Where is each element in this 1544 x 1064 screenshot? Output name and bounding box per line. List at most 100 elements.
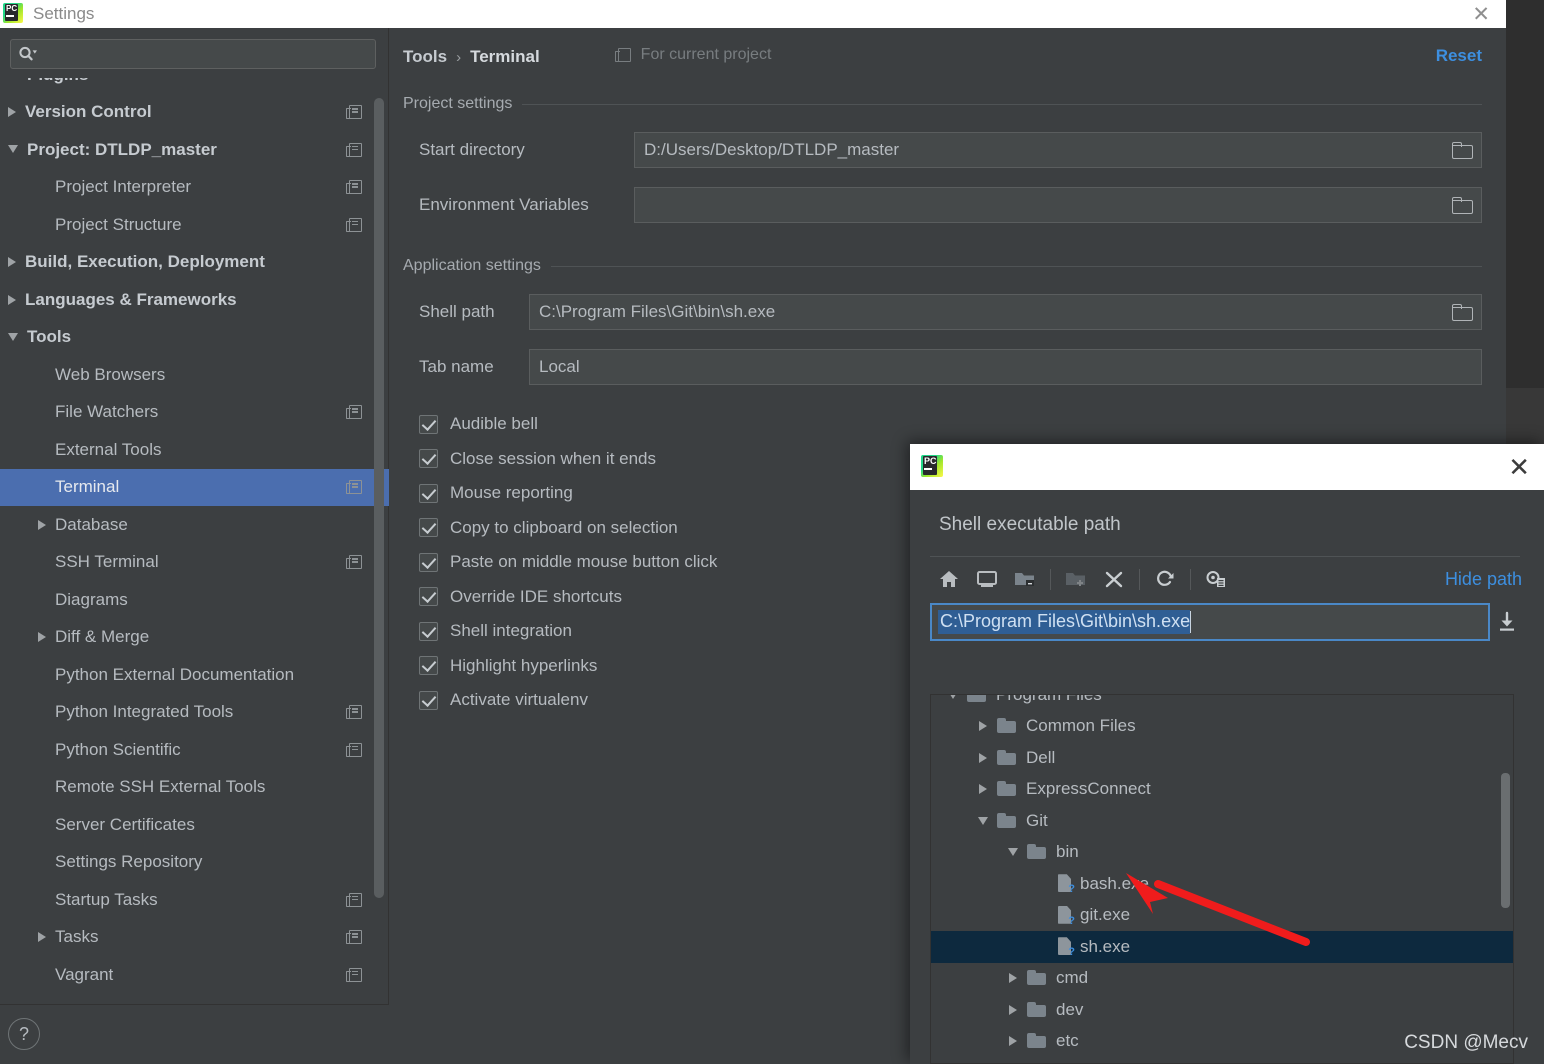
desktop-icon[interactable] xyxy=(968,562,1006,596)
file-tree-row[interactable]: cmd xyxy=(931,963,1513,995)
file-tree-row[interactable]: Program Files xyxy=(931,695,1513,711)
sidebar-item-python-integrated-tools[interactable]: Python Integrated Tools xyxy=(0,694,389,732)
start-directory-input[interactable]: D:/Users/Desktop/DTLDP_master xyxy=(634,132,1482,168)
sidebar-item-build-execution-deployment[interactable]: Build, Execution, Deployment xyxy=(0,244,389,282)
checkbox-close-session-when-it-ends[interactable] xyxy=(419,449,438,469)
section-project-label: Project settings xyxy=(403,95,513,112)
browse-env-icon[interactable] xyxy=(1452,197,1472,213)
file-tree-row[interactable]: Common Files xyxy=(931,711,1513,743)
project-folder-icon[interactable] xyxy=(1006,562,1044,596)
sidebar-item-version-control[interactable]: Version Control xyxy=(0,94,389,132)
reset-button[interactable]: Reset xyxy=(1436,46,1482,66)
chevron-right-icon[interactable] xyxy=(8,294,16,305)
sidebar-item-diagrams[interactable]: Diagrams xyxy=(0,581,389,619)
home-icon[interactable] xyxy=(930,562,968,596)
delete-icon[interactable] xyxy=(1095,562,1133,596)
checkbox-activate-virtualenv[interactable] xyxy=(419,690,438,710)
search-input[interactable] xyxy=(38,46,368,62)
chevron-right-icon[interactable] xyxy=(38,932,46,943)
settings-category-tree: Plugins Version Control Project: DTLDP_mas… xyxy=(0,78,389,1033)
file-tree-row[interactable]: ? sh.exe xyxy=(931,931,1513,963)
file-tree-label: git.exe xyxy=(1080,905,1131,925)
sidebar-item-settings-repository[interactable]: Settings Repository xyxy=(0,844,389,882)
dialog-close-icon[interactable]: ✕ xyxy=(1508,444,1530,490)
sidebar-item-plugins[interactable]: Plugins xyxy=(0,78,389,94)
sidebar-item-startup-tasks[interactable]: Startup Tasks xyxy=(0,881,389,919)
sidebar-item-python-external-documentation[interactable]: Python External Documentation xyxy=(0,656,389,694)
chevron-right-icon[interactable] xyxy=(975,752,991,763)
checkbox-label: Shell integration xyxy=(450,621,572,641)
checkbox-shell-integration[interactable] xyxy=(419,621,438,641)
chevron-down-icon[interactable] xyxy=(8,145,18,154)
chevron-down-icon[interactable] xyxy=(1005,848,1021,857)
chevron-right-icon[interactable] xyxy=(1005,973,1021,984)
download-icon[interactable] xyxy=(1490,611,1524,633)
chevron-right-icon[interactable] xyxy=(38,632,46,643)
file-tree-row[interactable]: bin xyxy=(931,837,1513,869)
chevron-right-icon[interactable] xyxy=(8,257,16,268)
sidebar-item-vagrant[interactable]: Vagrant xyxy=(0,956,389,994)
file-tree-row[interactable]: Git xyxy=(931,805,1513,837)
sidebar-item-diff-merge[interactable]: Diff & Merge xyxy=(0,619,389,657)
help-button[interactable]: ? xyxy=(8,1018,40,1050)
checkbox-audible-bell[interactable] xyxy=(419,414,438,434)
browse-folder-icon[interactable] xyxy=(1452,142,1472,158)
sidebar-item-ssh-terminal[interactable]: SSH Terminal xyxy=(0,544,389,582)
new-folder-icon[interactable] xyxy=(1057,562,1095,596)
sidebar-item-server-certificates[interactable]: Server Certificates xyxy=(0,806,389,844)
chevron-right-icon[interactable] xyxy=(8,107,16,118)
sidebar-item-terminal[interactable]: Terminal xyxy=(0,468,389,506)
copy-icon xyxy=(346,892,362,907)
sidebar-item-project-interpreter[interactable]: Project Interpreter xyxy=(0,169,389,207)
environment-variables-input[interactable] xyxy=(634,187,1482,223)
checkbox-paste-on-middle-mouse-button-click[interactable] xyxy=(419,552,438,572)
file-tree-row[interactable]: ExpressConnect xyxy=(931,774,1513,806)
checkbox-copy-to-clipboard-on-selection[interactable] xyxy=(419,518,438,538)
breadcrumb-tools[interactable]: Tools xyxy=(403,47,447,67)
sidebar-item-label: SSH Terminal xyxy=(55,552,159,572)
chevron-down-icon[interactable] xyxy=(8,332,18,341)
chevron-down-icon[interactable] xyxy=(945,695,961,699)
field-label-shell-path: Shell path xyxy=(419,302,495,321)
sidebar-item-tools[interactable]: Tools xyxy=(0,319,389,357)
sidebar-item-file-watchers[interactable]: File Watchers xyxy=(0,394,389,432)
checkbox-highlight-hyperlinks[interactable] xyxy=(419,656,438,676)
sidebar-item-tasks[interactable]: Tasks xyxy=(0,919,389,957)
chevron-right-icon[interactable] xyxy=(975,721,991,732)
sidebar-item-project-structure[interactable]: Project Structure xyxy=(0,206,389,244)
sidebar-item-label: Project: DTLDP_master xyxy=(27,139,217,159)
sidebar-scrollbar[interactable] xyxy=(374,98,384,898)
checkbox-override-ide-shortcuts[interactable] xyxy=(419,587,438,607)
path-input[interactable]: C:\Program Files\Git\bin\sh.exe xyxy=(930,603,1490,641)
chevron-down-icon[interactable] xyxy=(975,816,991,825)
chevron-right-icon[interactable] xyxy=(38,519,46,530)
sidebar-item-python-scientific[interactable]: Python Scientific xyxy=(0,731,389,769)
refresh-icon[interactable] xyxy=(1146,562,1184,596)
sidebar-item-external-tools[interactable]: External Tools xyxy=(0,431,389,469)
file-tree-row[interactable]: ? bash.exe xyxy=(931,868,1513,900)
close-icon[interactable]: ✕ xyxy=(1472,0,1490,28)
tab-name-input[interactable]: Local xyxy=(529,349,1482,385)
chevron-right-icon[interactable] xyxy=(1005,1004,1021,1015)
file-tree-row[interactable]: dev xyxy=(931,994,1513,1026)
chevron-right-icon[interactable] xyxy=(975,784,991,795)
file-tree-row[interactable]: ? git.exe xyxy=(931,900,1513,932)
checkbox-mouse-reporting[interactable] xyxy=(419,483,438,503)
sidebar-item-languages-frameworks[interactable]: Languages & Frameworks xyxy=(0,281,389,319)
checkbox-row[interactable]: Audible bell xyxy=(419,407,1506,442)
sidebar-item-remote-ssh-external-tools[interactable]: Remote SSH External Tools xyxy=(0,769,389,807)
chevron-right-icon[interactable] xyxy=(1005,1036,1021,1047)
browse-shell-path-icon[interactable] xyxy=(1452,304,1472,320)
show-hidden-icon[interactable] xyxy=(1197,562,1235,596)
shell-path-input[interactable]: C:\Program Files\Git\bin\sh.exe xyxy=(529,294,1482,330)
file-tree-row[interactable]: Dell xyxy=(931,742,1513,774)
search-box[interactable] xyxy=(10,39,376,69)
hide-path-button[interactable]: Hide path xyxy=(1445,569,1522,590)
sidebar-item-database[interactable]: Database xyxy=(0,506,389,544)
file-tree-row[interactable]: mingw64 xyxy=(931,1057,1513,1064)
window-titlebar: PC Settings ✕ xyxy=(0,0,1506,28)
file-tree-panel: Program Files Common Files Dell ExpressConn… xyxy=(930,694,1514,1064)
sidebar-item-project-dtldp-master[interactable]: Project: DTLDP_master xyxy=(0,131,389,169)
file-tree-scrollbar[interactable] xyxy=(1501,773,1510,908)
sidebar-item-web-browsers[interactable]: Web Browsers xyxy=(0,356,389,394)
